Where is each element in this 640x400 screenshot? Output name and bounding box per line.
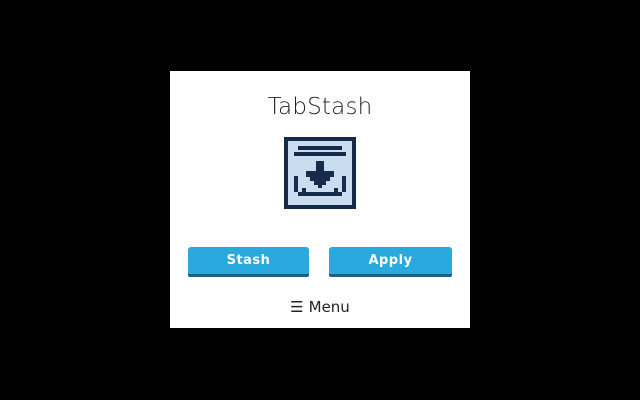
stash-button[interactable]: Stash [188, 247, 309, 277]
hamburger-menu-icon: ☰ [290, 298, 304, 316]
inbox-download-icon [284, 137, 356, 209]
app-title: TabStash [267, 94, 373, 120]
menu-button[interactable]: ☰ Menu [0, 298, 640, 316]
menu-label: Menu [308, 298, 350, 316]
apply-button[interactable]: Apply [329, 247, 452, 277]
